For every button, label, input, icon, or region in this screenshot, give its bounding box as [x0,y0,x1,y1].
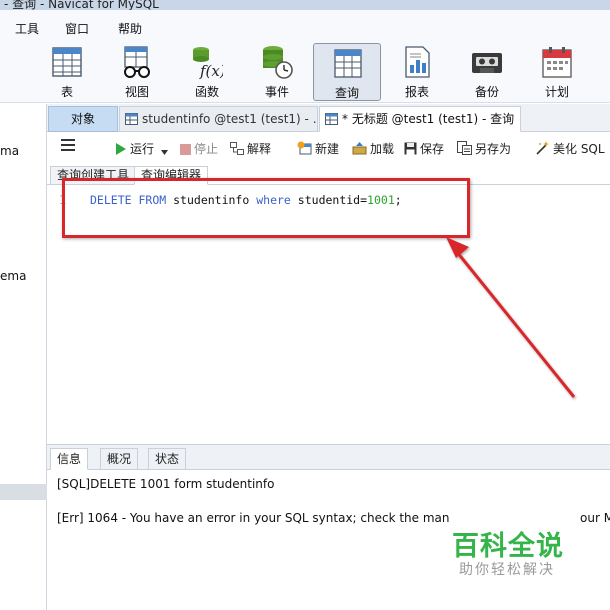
report-icon [405,46,430,78]
schedule-calendar-icon [542,47,572,78]
highlight-box [62,178,470,238]
menu-window[interactable]: 窗口 [65,20,89,37]
tab-studentinfo-label: studentinfo @test1 (test1) - ... [142,112,318,126]
tab-info[interactable]: 信息 [50,448,89,470]
explain-button[interactable]: 解释 [230,140,271,157]
tree-item-schema-2[interactable]: ema [0,269,26,283]
query-label: 查询 [334,86,359,100]
tab-studentinfo-table[interactable]: studentinfo @test1 (test1) - ... [119,106,318,132]
message-sql: [SQL]DELETE 1001 form studentinfo [57,477,275,491]
tab-untitled-query[interactable]: * 无标题 @test1 (test1) - 查询 [319,106,521,132]
function-button[interactable]: f(x) 函数 [179,43,235,101]
connection-tree-panel: ma ema [0,104,47,610]
menu-hamburger-button[interactable] [61,139,75,154]
tab-overview[interactable]: 概况 [100,448,139,470]
save-button[interactable]: 保存 [404,140,444,157]
load-label: 加载 [370,142,395,156]
table-small-icon [125,113,138,125]
function-icon: f(x) [193,47,223,79]
beautify-sql-button[interactable]: 美化 SQL [535,140,605,157]
view-button[interactable]: 视图 [109,43,165,101]
query-icon [334,49,362,78]
load-icon [352,142,367,155]
magic-wand-icon [536,141,549,155]
report-label: 报表 [404,85,429,99]
table-icon [52,47,82,77]
table-button[interactable]: 表 [39,43,95,101]
menu-help[interactable]: 帮助 [118,20,142,37]
query-toolbar: 运行 停止 解释 新建 加载 保存 另存为 美化 SQL [47,133,610,163]
play-icon [116,143,126,155]
document-tab-strip: 对象 studentinfo @test1 (test1) - ... * 无标… [47,104,610,132]
title-bar: - 查询 - Navicat for MySQL [0,0,610,10]
function-label: 函数 [194,85,219,99]
tab-objects[interactable]: 对象 [48,106,118,132]
backup-label: 备份 [474,85,499,99]
watermark-logo-text: 百科全说 [452,531,564,562]
save-floppy-icon [404,142,417,155]
schedule-button[interactable]: 计划 [529,43,585,101]
load-button[interactable]: 加载 [352,140,394,157]
run-label: 运行 [130,142,155,156]
save-as-button[interactable]: 另存为 [457,140,511,157]
tab-untitled-query-label: * 无标题 @test1 (test1) - 查询 [342,112,515,126]
stop-label: 停止 [194,142,219,156]
view-label: 视图 [124,85,149,99]
new-label: 新建 [315,142,340,156]
backup-button[interactable]: 备份 [459,43,515,101]
event-clock-icon [263,46,293,79]
menu-tools[interactable]: 工具 [15,20,39,37]
tab-status[interactable]: 状态 [148,448,187,470]
watermark-slogan: 助你轻松解决 [459,562,555,578]
tree-item-schema-1[interactable]: ma [0,144,19,158]
menu-icon [61,139,75,151]
save-as-icon [457,141,472,155]
new-button[interactable]: 新建 [297,140,339,157]
event-label: 事件 [264,85,289,99]
main-toolbar: 表 视图 f(x) 函数 [0,40,610,103]
save-label: 保存 [420,142,445,156]
new-query-icon [297,141,312,155]
beautify-sql-label: 美化 SQL [553,142,605,156]
report-button[interactable]: 报表 [389,43,445,101]
message-error-tail: our M [580,511,610,525]
view-glasses-icon [124,46,150,78]
explain-icon [230,142,244,155]
menu-bar: 工具 窗口 帮助 [0,10,610,40]
backup-cassette-icon [472,53,502,73]
stop-icon [180,144,191,155]
query-small-icon [325,113,338,125]
event-button[interactable]: 事件 [249,43,305,101]
tree-panel-scrollbar[interactable] [0,484,47,500]
explain-label: 解释 [247,142,272,156]
schedule-label: 计划 [544,85,569,99]
query-button[interactable]: 查询 [313,43,381,101]
save-as-label: 另存为 [475,142,512,156]
table-label: 表 [60,85,73,99]
chevron-down-icon[interactable] [160,150,168,155]
stop-button[interactable]: 停止 [180,140,218,157]
window-title: - 查询 - Navicat for MySQL [4,0,159,10]
message-error: [Err] 1064 - You have an error in your S… [57,511,450,525]
svg-text:f(x): f(x) [199,62,223,79]
run-button[interactable]: 运行 [115,140,171,157]
result-tabs: 信息 概况 状态 [47,444,610,470]
